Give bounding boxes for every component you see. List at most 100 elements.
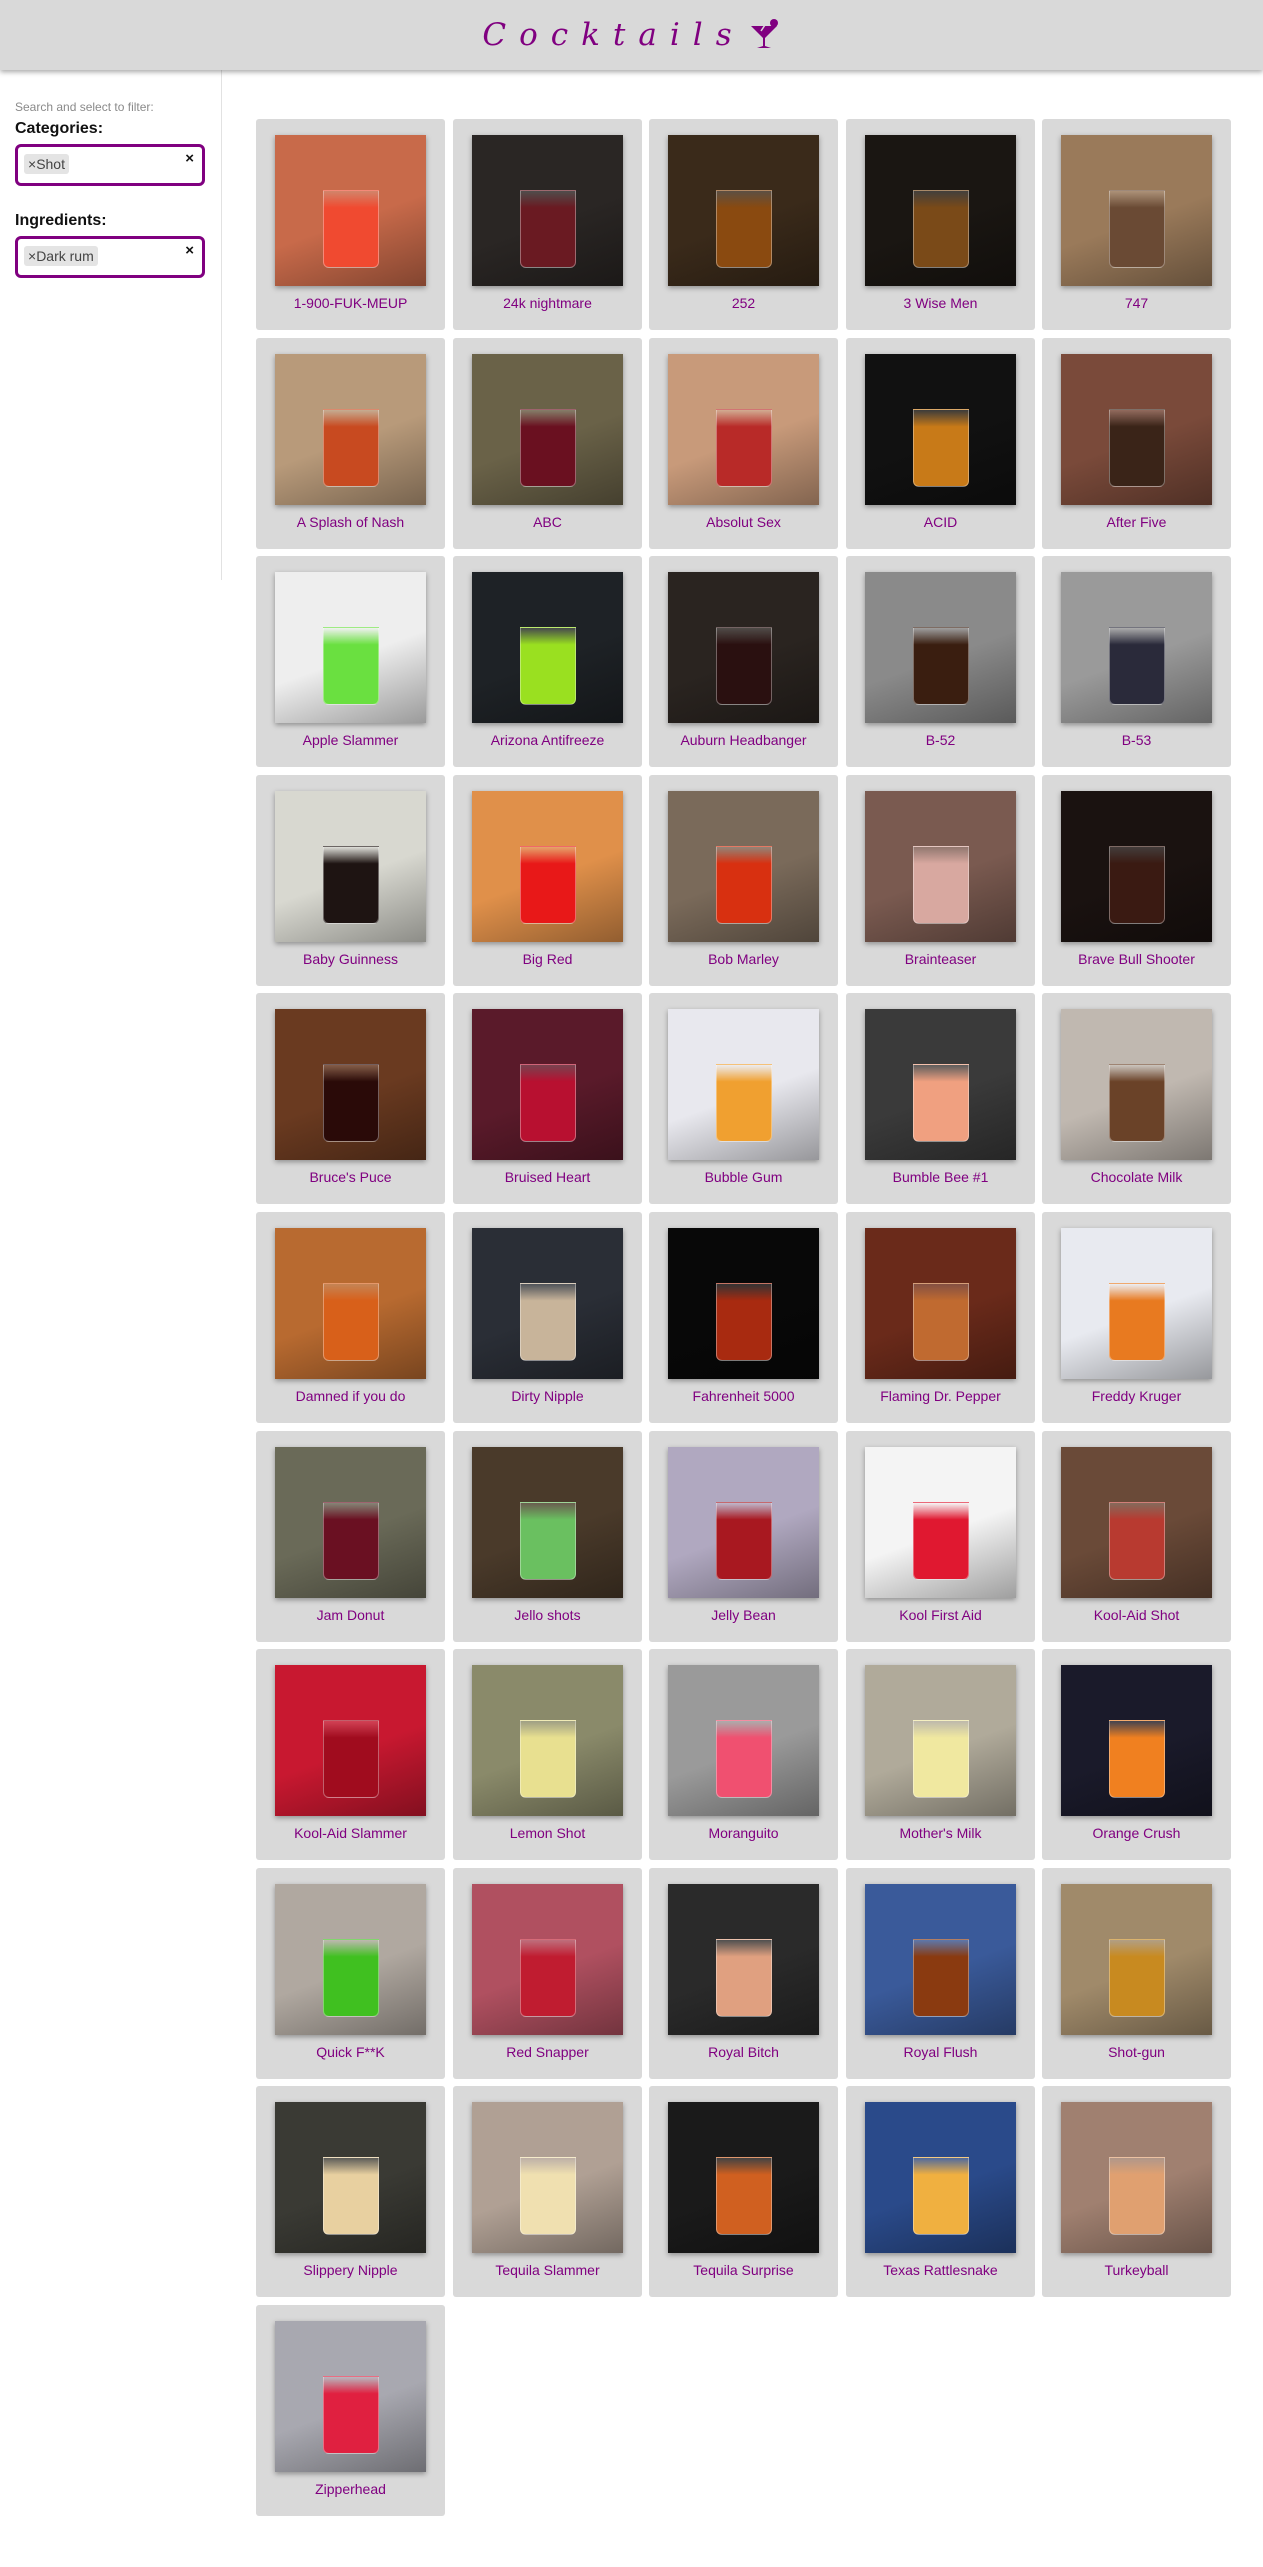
ingredients-select[interactable]: ×Dark rum × xyxy=(15,236,205,278)
cocktail-photo[interactable] xyxy=(668,2102,819,2253)
cocktail-name[interactable]: Lemon Shot xyxy=(453,1825,642,1841)
cocktail-photo[interactable] xyxy=(472,354,623,505)
cocktail-card[interactable]: 252 xyxy=(649,119,838,330)
cocktail-photo[interactable] xyxy=(865,791,1016,942)
cocktail-name[interactable]: Jello shots xyxy=(453,1607,642,1623)
cocktail-name[interactable]: Dirty Nipple xyxy=(453,1388,642,1404)
cocktail-name[interactable]: B-52 xyxy=(846,732,1035,748)
cocktail-card[interactable]: Brainteaser xyxy=(846,775,1035,986)
cocktail-card[interactable]: Auburn Headbanger xyxy=(649,556,838,767)
cocktail-name[interactable]: After Five xyxy=(1042,514,1231,530)
cocktail-photo[interactable] xyxy=(668,135,819,286)
cocktail-card[interactable]: Bruised Heart xyxy=(453,993,642,1204)
cocktail-name[interactable]: Kool-Aid Slammer xyxy=(256,1825,445,1841)
cocktail-card[interactable]: Fahrenheit 5000 xyxy=(649,1212,838,1423)
cocktail-name[interactable]: Chocolate Milk xyxy=(1042,1169,1231,1185)
cocktail-name[interactable]: Tequila Surprise xyxy=(649,2262,838,2278)
cocktail-card[interactable]: Slippery Nipple xyxy=(256,2086,445,2297)
cocktail-card[interactable]: Kool-Aid Slammer xyxy=(256,1649,445,1860)
cocktail-card[interactable]: 1-900-FUK-MEUP xyxy=(256,119,445,330)
cocktail-card[interactable]: Royal Flush xyxy=(846,1868,1035,2079)
cocktail-card[interactable]: Freddy Kruger xyxy=(1042,1212,1231,1423)
cocktail-photo[interactable] xyxy=(865,1228,1016,1379)
cocktail-photo[interactable] xyxy=(668,1009,819,1160)
cocktail-card[interactable]: B-52 xyxy=(846,556,1035,767)
cocktail-name[interactable]: Bruised Heart xyxy=(453,1169,642,1185)
cocktail-name[interactable]: ABC xyxy=(453,514,642,530)
cocktail-name[interactable]: Damned if you do xyxy=(256,1388,445,1404)
cocktail-photo[interactable] xyxy=(865,1665,1016,1816)
cocktail-photo[interactable] xyxy=(668,572,819,723)
cocktail-photo[interactable] xyxy=(275,2321,426,2472)
cocktail-photo[interactable] xyxy=(865,354,1016,505)
cocktail-photo[interactable] xyxy=(1061,354,1212,505)
cocktail-photo[interactable] xyxy=(275,572,426,723)
cocktail-photo[interactable] xyxy=(668,1447,819,1598)
cocktail-card[interactable]: Jelly Bean xyxy=(649,1431,838,1642)
cocktail-name[interactable]: Moranguito xyxy=(649,1825,838,1841)
cocktail-photo[interactable] xyxy=(275,1009,426,1160)
cocktail-name[interactable]: Fahrenheit 5000 xyxy=(649,1388,838,1404)
cocktail-card[interactable]: Tequila Surprise xyxy=(649,2086,838,2297)
cocktail-name[interactable]: Red Snapper xyxy=(453,2044,642,2060)
cocktail-name[interactable]: Freddy Kruger xyxy=(1042,1388,1231,1404)
cocktail-photo[interactable] xyxy=(1061,1447,1212,1598)
cocktail-name[interactable]: Shot-gun xyxy=(1042,2044,1231,2060)
cocktail-card[interactable]: Orange Crush xyxy=(1042,1649,1231,1860)
cocktail-card[interactable]: Bob Marley xyxy=(649,775,838,986)
cocktail-photo[interactable] xyxy=(472,1228,623,1379)
cocktail-photo[interactable] xyxy=(1061,1665,1212,1816)
cocktail-photo[interactable] xyxy=(472,1447,623,1598)
cocktail-photo[interactable] xyxy=(1061,1228,1212,1379)
cocktail-photo[interactable] xyxy=(275,1665,426,1816)
cocktail-name[interactable]: Zipperhead xyxy=(256,2481,445,2497)
cocktail-name[interactable]: Turkeyball xyxy=(1042,2262,1231,2278)
cocktail-photo[interactable] xyxy=(275,1447,426,1598)
cocktail-name[interactable]: Bruce's Puce xyxy=(256,1169,445,1185)
cocktail-name[interactable]: Mother's Milk xyxy=(846,1825,1035,1841)
cocktail-card[interactable]: Tequila Slammer xyxy=(453,2086,642,2297)
cocktail-photo[interactable] xyxy=(865,2102,1016,2253)
cocktail-photo[interactable] xyxy=(275,2102,426,2253)
cocktail-card[interactable]: Bubble Gum xyxy=(649,993,838,1204)
cocktail-name[interactable]: 24k nightmare xyxy=(453,295,642,311)
cocktail-name[interactable]: Brainteaser xyxy=(846,951,1035,967)
cocktail-photo[interactable] xyxy=(472,791,623,942)
cocktail-card[interactable]: Arizona Antifreeze xyxy=(453,556,642,767)
cocktail-name[interactable]: Absolut Sex xyxy=(649,514,838,530)
cocktail-card[interactable]: ACID xyxy=(846,338,1035,549)
cocktail-name[interactable]: Jam Donut xyxy=(256,1607,445,1623)
cocktail-card[interactable]: Dirty Nipple xyxy=(453,1212,642,1423)
cocktail-photo[interactable] xyxy=(1061,572,1212,723)
cocktail-name[interactable]: Bob Marley xyxy=(649,951,838,967)
cocktail-card[interactable]: Texas Rattlesnake xyxy=(846,2086,1035,2297)
cocktail-card[interactable]: Red Snapper xyxy=(453,1868,642,2079)
cocktail-photo[interactable] xyxy=(668,1884,819,2035)
cocktail-name[interactable]: Royal Flush xyxy=(846,2044,1035,2060)
cocktail-card[interactable]: B-53 xyxy=(1042,556,1231,767)
cocktail-photo[interactable] xyxy=(1061,2102,1212,2253)
cocktail-name[interactable]: Apple Slammer xyxy=(256,732,445,748)
categories-select[interactable]: ×Shot × xyxy=(15,144,205,186)
cocktail-photo[interactable] xyxy=(865,1009,1016,1160)
cocktail-card[interactable]: 747 xyxy=(1042,119,1231,330)
clear-ingredients-icon[interactable]: × xyxy=(185,242,194,259)
cocktail-card[interactable]: After Five xyxy=(1042,338,1231,549)
cocktail-card[interactable]: Moranguito xyxy=(649,1649,838,1860)
cocktail-name[interactable]: Brave Bull Shooter xyxy=(1042,951,1231,967)
cocktail-photo[interactable] xyxy=(472,2102,623,2253)
cocktail-card[interactable]: Absolut Sex xyxy=(649,338,838,549)
cocktail-name[interactable]: 747 xyxy=(1042,295,1231,311)
cocktail-photo[interactable] xyxy=(275,135,426,286)
cocktail-photo[interactable] xyxy=(275,1884,426,2035)
cocktail-photo[interactable] xyxy=(472,1884,623,2035)
cocktail-card[interactable]: Mother's Milk xyxy=(846,1649,1035,1860)
cocktail-card[interactable]: ABC xyxy=(453,338,642,549)
cocktail-name[interactable]: Texas Rattlesnake xyxy=(846,2262,1035,2278)
cocktail-photo[interactable] xyxy=(1061,1884,1212,2035)
cocktail-card[interactable]: Chocolate Milk xyxy=(1042,993,1231,1204)
cocktail-photo[interactable] xyxy=(865,135,1016,286)
cocktail-photo[interactable] xyxy=(668,354,819,505)
cocktail-card[interactable]: Zipperhead xyxy=(256,2305,445,2516)
cocktail-photo[interactable] xyxy=(1061,135,1212,286)
